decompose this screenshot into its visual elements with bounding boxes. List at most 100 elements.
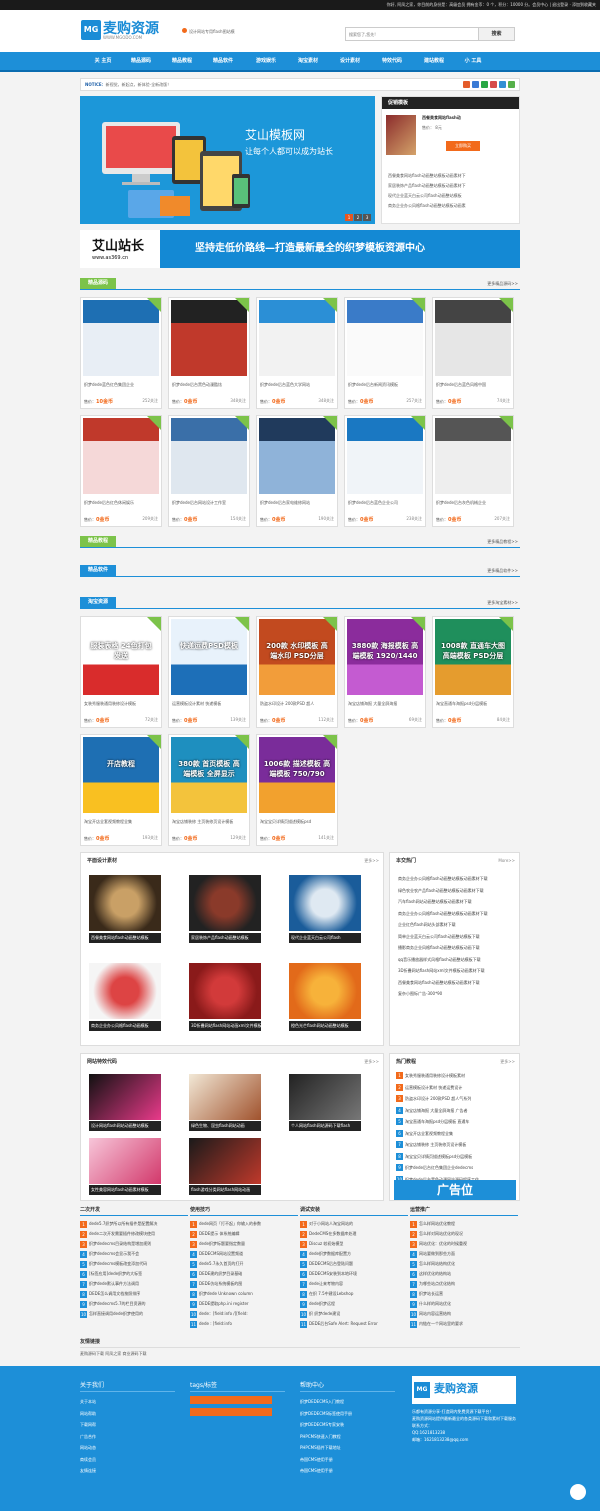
list-item-text[interactable]: 织梦dedecms5.7的栏目资源的 <box>89 1301 146 1306</box>
gallery-caption[interactable]: 家居装饰产品flash动画整站模板 <box>189 933 261 943</box>
gallery-item[interactable]: 家居装饰产品flash动画整站模板 <box>189 875 261 945</box>
list-item-text[interactable]: 在织 7.5中建设Lebshop <box>309 1291 353 1296</box>
gallery-caption[interactable]: 个人网站flash网站源码下载flash <box>289 1121 361 1131</box>
list-item-text[interactable]: 防盗水印设计 200款PSD 超人气系列 <box>405 1096 471 1101</box>
list-item-text[interactable]: 淘宝宝贝详情页描述模板psd分层模板 <box>405 1154 472 1159</box>
search-button[interactable]: 搜索 <box>478 28 514 40</box>
product-card[interactable]: 服装表格 24色打包发送 女装秀服装通用装修设计模板 售价：0金币 72关注 <box>80 616 162 728</box>
list-item-text[interactable]: 怎样直接调用dede织梦使用的 <box>89 1311 143 1316</box>
share-renren-icon[interactable] <box>490 81 497 88</box>
site-logo[interactable]: MG 麦购资源 WWW.MGODO.COM <box>81 18 179 44</box>
gallery-caption[interactable]: 3D折叠网站flash网站动画xml文件模板 <box>189 1021 261 1031</box>
product-card[interactable]: 200款 水印模板 高端水印 PSD分层 防盗水印设计 200款PSD 超人 售价：… <box>256 616 338 728</box>
list-item-text[interactable]: 淘宝店铺海报 大量全屏海报 广告者 <box>405 1108 468 1113</box>
list-item-text[interactable]: 网站要做到那些方面 <box>419 1251 455 1256</box>
list-item[interactable]: 2 怎么样对网站优化的现况 <box>410 1229 518 1239</box>
list-item[interactable]: 7 织梦dede默认事件方法调用 <box>80 1279 188 1289</box>
gallery-thumbnail[interactable] <box>189 875 261 931</box>
list-item-text[interactable]: DedeCMS在多数据库处理 <box>309 1231 356 1236</box>
list-item-text[interactable]: 内链在一个网站里的要求 <box>419 1321 463 1326</box>
card-caption[interactable]: 淘宝开店全套视频教程全集 <box>84 819 160 825</box>
list-item[interactable]: qq音乐播放器样式风格flash动画整站模板下载 <box>398 954 516 966</box>
gallery-thumbnail[interactable] <box>289 963 361 1019</box>
list-item[interactable]: 11 DEDE后台Safe Alert: Request Error <box>300 1319 408 1329</box>
list-item-text[interactable]: 淘宝店铺装修 主页装修页设计模板 <box>405 1142 466 1147</box>
list-item[interactable]: 7 DEDE仿站系统模板的图 <box>190 1279 298 1289</box>
gallery-thumbnail[interactable] <box>89 1138 161 1184</box>
list-item[interactable]: 1 dede5.7织梦所以所有插件是配置解决 <box>80 1219 188 1229</box>
banner-dot-1[interactable]: 1 <box>345 214 353 221</box>
card-caption[interactable]: 女装秀服装通用装修设计模板 <box>84 701 160 707</box>
list-item[interactable]: 11 dede : [field:info <box>190 1319 298 1329</box>
nav-software[interactable]: 精品软件 <box>204 52 242 70</box>
nav-tools[interactable]: 小 工具 <box>458 52 488 70</box>
product-card[interactable]: 织梦dede后台黑色动漫酷炫 售价：0金币 348关注 <box>168 297 250 409</box>
list-item[interactable]: 1 怎么样网站优化教程 <box>410 1219 518 1229</box>
list-item[interactable]: 6 [标签应用]dede织梦的大标签 <box>80 1269 188 1279</box>
footer-link[interactable]: 网站帮助 <box>80 1408 180 1420</box>
list-item[interactable]: 10 dede：[field:info /][field: <box>190 1309 298 1319</box>
list-item-text[interactable]: 怎么样网站优化教程 <box>419 1221 455 1226</box>
list-item[interactable]: 10 织 织梦dede建设 <box>300 1309 408 1319</box>
list-item-text[interactable]: dede织梦标题要指定数量 <box>199 1241 245 1246</box>
list-item[interactable]: 5 怎么样网站结构优化 <box>410 1259 518 1269</box>
more-link[interactable]: 更多淘宝素材>> <box>487 600 518 606</box>
gallery-item[interactable]: 设计网站flash网站动画整站模板 <box>89 1074 161 1132</box>
card-caption[interactable]: 织梦dede后台家电维修网站 <box>260 500 336 506</box>
more-link[interactable]: 更多>> <box>364 1059 379 1065</box>
product-card[interactable]: 织梦dede后台蓝色风格中国 售价：0金币 74关注 <box>432 297 514 409</box>
gallery-thumbnail[interactable] <box>189 963 261 1019</box>
footer-link[interactable]: 帝国CMS使用手册 <box>300 1454 400 1466</box>
gallery-item[interactable]: 个人网站flash网站源码下载flash <box>289 1074 361 1132</box>
gallery-caption[interactable]: 女性美容网站flash动画素材模板 <box>89 1185 161 1195</box>
list-item[interactable]: 8 织梦站长运营 <box>410 1289 518 1299</box>
list-item[interactable]: 4 dede织梦数据库配置方 <box>300 1249 408 1259</box>
list-item[interactable]: 播影商务企业风格flash动画整站模板动画下载 <box>398 942 516 954</box>
list-item[interactable]: 6 DEDECMS安装到本地环境 <box>300 1269 408 1279</box>
list-item-text[interactable]: 什么样的网站优化 <box>419 1301 451 1306</box>
card-caption[interactable]: 织梦dede后台黑色动漫酷炫 <box>172 382 248 388</box>
nav-design[interactable]: 设计素材 <box>331 52 369 70</box>
list-item[interactable]: 11 内链在一个网站里的要求 <box>410 1319 518 1329</box>
nav-taobao[interactable]: 淘宝素材 <box>289 52 327 70</box>
list-item-text[interactable]: 织梦站长运营 <box>419 1291 443 1296</box>
list-item[interactable]: 1 女装秀服装通用装修设计模板素材 <box>396 1070 516 1082</box>
product-card[interactable]: 织梦dede后台蓝色大学网站 售价：0金币 348关注 <box>256 297 338 409</box>
product-card[interactable]: 织梦dede后台家电维修网站 售价：0金币 190关注 <box>256 415 338 527</box>
list-item[interactable]: 2 运营模板设计素材 快递运费设计 <box>396 1082 516 1094</box>
list-item[interactable]: 汽车flash网站动画整站模板动画素材下载 <box>398 896 516 908</box>
list-item[interactable]: 7 为哪些站点优化结构 <box>410 1279 518 1289</box>
gallery-thumbnail[interactable] <box>89 1074 161 1120</box>
list-item-text[interactable]: 网站内容运营结构 <box>419 1311 451 1316</box>
nav-source[interactable]: 精品源码 <box>122 52 160 70</box>
card-caption[interactable]: 织梦dede后台蓝色大学网站 <box>260 382 336 388</box>
list-item-text[interactable]: 女装秀服装通用装修设计模板素材 <box>405 1073 465 1078</box>
list-item-text[interactable]: 织梦dedecms会显示我不会 <box>89 1251 139 1256</box>
list-item[interactable]: 5 DEDECMS后台登陆问题 <box>300 1259 408 1269</box>
product-card[interactable]: 织梦dede后台红色休闲娱乐 售价：0金币 209关注 <box>80 415 162 527</box>
gallery-thumbnail[interactable] <box>89 875 161 931</box>
list-item-text[interactable]: dede二次开发需要插件修改模块使用 <box>89 1231 155 1236</box>
share-more-icon[interactable] <box>508 81 515 88</box>
list-item[interactable]: 6 DEDE建的织梦目录基础 <box>190 1269 298 1279</box>
nav-home[interactable]: 关 主页 <box>84 52 122 70</box>
footer-link[interactable]: PHPCMS快速入门教程 <box>300 1431 400 1443</box>
list-item[interactable]: 3D折叠网站flash网站xml文件模板动画素材下载 <box>398 965 516 977</box>
list-item-text[interactable]: dede：[field:info /][field: <box>199 1311 248 1316</box>
list-item-text[interactable]: dede5.7织梦所以所有插件是配置解决 <box>89 1221 157 1226</box>
list-item[interactable]: 企业红色flash网站头部素材下载 <box>398 919 516 931</box>
buy-button[interactable]: 立即购买 <box>446 141 480 151</box>
list-item[interactable]: 西餐美食网站flash动画整站模板动画素材下载 <box>398 977 516 989</box>
list-item[interactable]: 商务企业办公风格flash动画整站模板动画素 <box>388 201 466 211</box>
footer-link[interactable]: 帝国CMS使用手册 <box>300 1465 400 1477</box>
nav-build[interactable]: 建站教程 <box>415 52 453 70</box>
nav-tutorial[interactable]: 精品教程 <box>163 52 201 70</box>
list-item[interactable]: 3 织梦dedecms目录结构是增加规则 <box>80 1239 188 1249</box>
card-caption[interactable]: 淘宝店铺装修 主页装修页设计模板 <box>172 819 248 825</box>
list-item[interactable]: 6 这样优化的结构站 <box>410 1269 518 1279</box>
list-item[interactable]: 商务企业办公风格flash动画整站模板动画素材下载 <box>398 873 516 885</box>
list-item[interactable]: 商务企业办公风格flash动画整站模板动画素材下载 <box>398 908 516 920</box>
gallery-thumbnail[interactable] <box>289 875 361 931</box>
product-card[interactable]: 1008款 直通车大图 高端模板 PSD分层 淘宝直通车海报psd分层模板 售价：0… <box>432 616 514 728</box>
gallery-caption[interactable]: 橙色光芒flash网站动画整站模板 <box>289 1021 361 1031</box>
